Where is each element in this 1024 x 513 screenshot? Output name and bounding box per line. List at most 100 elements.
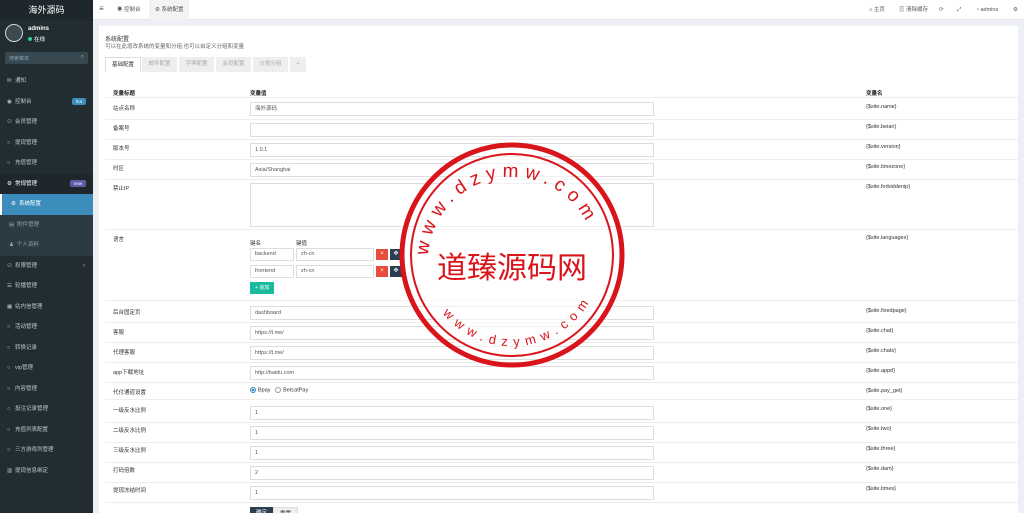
circle-icon: ○ [7,324,11,330]
submit-button[interactable]: 确定 [250,507,274,513]
sidebar-item-profile[interactable]: ♟ 个人资料 [0,235,93,256]
calendar-icon: ▦ [7,303,13,310]
sidebar-item-label: 投注记录管理 [15,406,49,412]
avatar [5,24,23,42]
row-label: 后台固定页 [113,310,141,316]
sidebar-item-messages[interactable]: ▦ 站内信管理 [0,297,93,318]
append-button[interactable]: + 追加 [250,282,275,294]
sidebar-item-attachments[interactable]: ▤ 附件管理 [0,214,93,235]
rebate-level3-input[interactable]: 1 [250,446,654,460]
sidebar-item-games[interactable]: ○ 三方游戏列管理 [0,440,93,461]
sidebar-item-withdraw[interactable]: ○ 提现管理 [0,133,93,154]
sidebar-item-withdraw-binding[interactable]: ▥ 提现信息绑定 [0,461,93,482]
sidebar-item-permissions[interactable]: ⚇ 权限管理 ‹ [0,256,93,277]
tab-category-group[interactable]: 分类分组 [253,57,289,72]
clear-cache-button[interactable]: ▥ 清除缓存 [899,0,928,20]
home-label: 主页 [873,7,885,13]
search-icon[interactable]: ⌕ [81,54,84,61]
rebate-level1-input[interactable]: 1 [250,406,654,420]
lang-key-input[interactable]: frontend [250,265,294,278]
sidebar-item-vip[interactable]: ○ vip管理 [0,358,93,379]
tab-dashboard[interactable]: ◉ 控制台 [111,0,147,20]
menu-toggle-icon[interactable]: ≡ [99,4,104,13]
lang-value-input[interactable]: zh-cn [296,248,374,261]
add-tab-button[interactable]: + [290,57,307,72]
tab-system-config[interactable]: ⚙ 系统配置 [149,0,190,20]
user-menu[interactable]: ▫ admins [977,0,998,20]
tab-member-config[interactable]: 会员配置 [216,57,252,72]
sidebar-item-label: 通知 [15,78,27,84]
divider [105,482,1018,483]
clear-cache-label: 清除缓存 [906,7,929,13]
column-header-title: 变量标题 [113,91,136,97]
dashboard-icon: ◉ [117,7,125,13]
row-label: 二级反水比例 [113,428,147,434]
sidebar-item-label: 充值列表配置 [15,426,49,433]
tab-label: 系统配置 [161,7,184,13]
lang-value-input[interactable]: zh-cn [296,265,374,278]
menu-search-placeholder: 搜索菜单 [9,56,30,62]
row-label: 提现冻结时间 [113,488,147,494]
sidebar-item-dashboard[interactable]: ◉ 控制台 hot [0,92,93,113]
divider [105,422,1018,423]
sidebar-item-notice[interactable]: ✉ 通知 [0,71,93,92]
radio-bpay[interactable] [250,387,256,393]
row-var-name: {$site.forbiddenip} [866,184,911,190]
sidebar-item-carousel[interactable]: ☰ 轮播管理 [0,276,93,297]
row-var-name: {$site.name} [866,104,897,110]
lang-key-input[interactable]: backend [250,248,294,261]
circle-icon: ○ [7,365,11,371]
sidebar-item-bets[interactable]: ○ 投注记录管理 [0,399,93,420]
remove-row-button[interactable]: × [376,266,388,277]
circle-icon: ○ [7,406,11,412]
site-name-input[interactable]: 海外源码 [250,102,654,116]
tab-basic-config[interactable]: 基础配置 [105,57,141,72]
sidebar-item-content[interactable]: ○ 内容管理 [0,379,93,400]
wager-multiplier-input[interactable]: 2 [250,466,654,480]
sidebar-item-label: 转换记录 [15,344,38,351]
sidebar-item-label: 轮播管理 [15,283,38,289]
user-status-label: 在线 [34,37,46,43]
row-var-name: {$site.beian} [866,124,897,130]
fullscreen-button[interactable]: ⤢ [957,0,961,20]
row-label: 代付通道设置 [113,390,147,396]
site-logo[interactable]: 海外源码 [0,0,93,20]
lang-key-header: 键名 [250,241,262,247]
divider [105,502,1018,503]
sidebar-item-general[interactable]: ⚙ 常规管理 new [0,173,93,194]
refresh-button[interactable]: ⟳ [939,0,944,20]
column-header-value: 变量值 [250,91,267,97]
sidebar-item-label: 活动管理 [15,324,38,330]
settings-gear-icon[interactable]: ⚙ [1013,0,1018,20]
row-label: 禁止IP [113,186,130,192]
bank-icon: ▥ [7,467,13,474]
sidebar-item-recharge[interactable]: ○ 充值管理 [0,153,93,174]
remove-row-button[interactable]: × [376,249,388,260]
user-menu-label: admins [980,7,999,13]
menu-search-input[interactable]: 搜索菜单 ⌕ [5,52,88,64]
tab-email-config[interactable]: 邮件配置 [142,57,178,72]
pay-channel-radios: Bpay BetcatPay [250,387,308,393]
sidebar-item-members[interactable]: ⚇ 会员管理 [0,112,93,133]
tab-label: 控制台 [124,7,141,13]
tab-dict-config[interactable]: 字典配置 [179,57,215,72]
home-link[interactable]: ⌂ 主页 [869,0,885,20]
reset-button[interactable]: 重置 [273,507,299,513]
row-label: 语言 [113,237,125,243]
sidebar-item-activities[interactable]: ○ 活动管理 [0,317,93,338]
dashboard-icon: ◉ [7,98,12,105]
sidebar-item-system-config[interactable]: ⚙ 系统配置 [0,194,93,215]
top-header: ≡ ◉ 控制台 ⚙ 系统配置 ⌂ 主页 ▥ 清除缓存 ⟳ ⤢ ▫ admins … [93,0,1024,20]
row-var-name: {$site.chat} [866,328,894,334]
sidebar-item-recharge-config[interactable]: ○ 充值列表配置 [0,420,93,441]
circle-icon: ○ [7,160,11,166]
sidebar-item-transfers[interactable]: ○ 转换记录 [0,338,93,359]
menu-icon: ☰ [7,283,12,289]
beian-input[interactable] [250,123,654,137]
row-var-name: {$site.chats} [866,348,896,354]
sidebar-item-label: 充值管理 [15,160,38,166]
rebate-level2-input[interactable]: 1 [250,426,654,440]
row-label: 打码倍数 [113,468,136,474]
withdraw-freeze-input[interactable]: 1 [250,486,654,500]
radio-betcatpay[interactable] [275,387,282,393]
